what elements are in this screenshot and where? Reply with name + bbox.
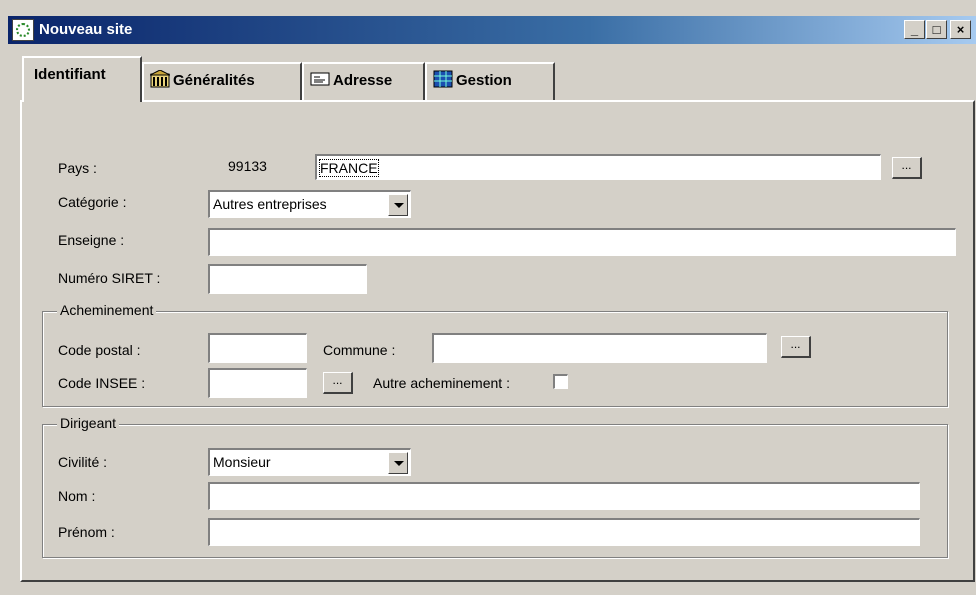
commune-label: Commune :: [323, 342, 396, 358]
code-postal-label: Code postal :: [58, 342, 141, 358]
title-bar[interactable]: Nouveau site _ □ ×: [8, 16, 976, 44]
commune-browse-button[interactable]: ...: [781, 336, 811, 358]
autre-acheminement-label: Autre acheminement :: [373, 375, 510, 391]
tab-label: Identifiant: [34, 66, 106, 83]
pays-browse-button[interactable]: ...: [892, 157, 922, 179]
pays-label: Pays :: [58, 160, 97, 176]
categorie-label: Catégorie :: [58, 194, 127, 210]
tab-gestion[interactable]: Gestion: [425, 62, 555, 100]
window: Nouveau site _ □ × Identifiant Généralit…: [0, 0, 976, 595]
grid-icon: [433, 67, 453, 88]
categorie-select[interactable]: Autres entreprises: [208, 190, 411, 218]
close-button[interactable]: ×: [950, 20, 971, 39]
code-postal-field[interactable]: [208, 333, 307, 363]
nom-field[interactable]: [208, 482, 920, 510]
building-icon: [149, 67, 171, 88]
enseigne-label: Enseigne :: [58, 232, 125, 248]
chevron-down-icon[interactable]: [388, 194, 408, 216]
nom-label: Nom :: [58, 488, 96, 504]
tab-label: Généralités: [173, 72, 255, 89]
civilite-label: Civilité :: [58, 454, 108, 470]
acheminement-title: Acheminement: [57, 302, 157, 318]
tab-identifiant[interactable]: Identifiant: [22, 56, 142, 102]
siret-label: Numéro SIRET :: [58, 270, 161, 286]
chevron-down-icon[interactable]: [388, 452, 408, 474]
minimize-button[interactable]: _: [904, 20, 925, 39]
dirigeant-title: Dirigeant: [57, 415, 120, 431]
siret-field[interactable]: [208, 264, 367, 294]
tab-generalites[interactable]: Généralités: [142, 62, 302, 100]
tab-label: Gestion: [456, 72, 512, 89]
civilite-select[interactable]: Monsieur: [208, 448, 411, 476]
enseigne-field[interactable]: [208, 228, 956, 256]
autre-acheminement-checkbox[interactable]: [553, 374, 568, 389]
maximize-button[interactable]: □: [926, 20, 947, 39]
pays-field[interactable]: FRANCE: [315, 154, 881, 180]
code-insee-browse-button[interactable]: ...: [323, 372, 353, 394]
app-icon: [12, 19, 34, 41]
pays-code: 99133: [228, 158, 267, 174]
address-card-icon: [310, 67, 330, 86]
code-insee-label: Code INSEE :: [58, 375, 146, 391]
commune-field[interactable]: [432, 333, 767, 363]
prenom-field[interactable]: [208, 518, 920, 546]
window-title: Nouveau site: [39, 21, 133, 38]
tab-label: Adresse: [333, 72, 393, 89]
code-insee-field[interactable]: [208, 368, 307, 398]
tab-adresse[interactable]: Adresse: [302, 62, 425, 100]
prenom-label: Prénom :: [58, 524, 115, 540]
